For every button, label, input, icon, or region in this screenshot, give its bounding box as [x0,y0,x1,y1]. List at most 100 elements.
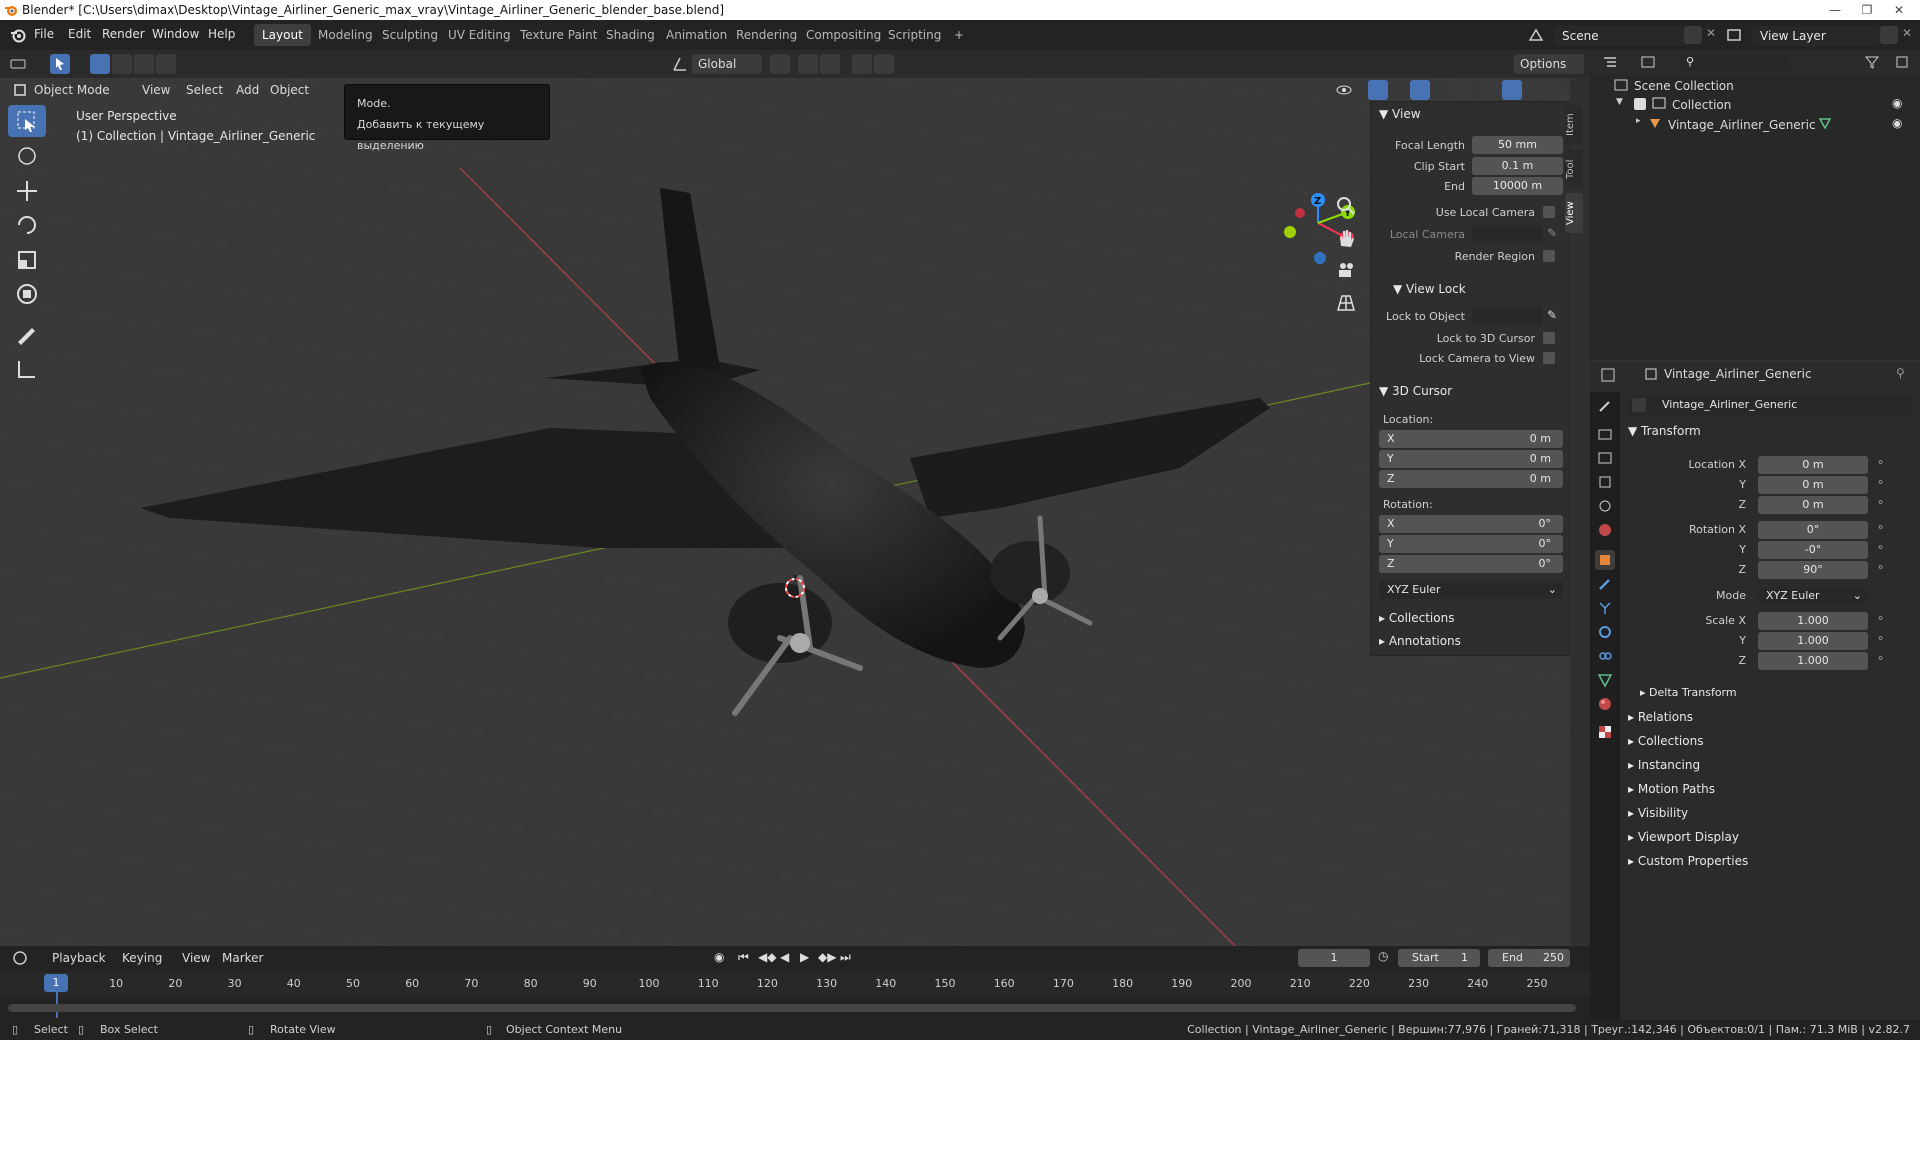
pivot-point-icon[interactable] [770,54,790,74]
jump-end-icon[interactable]: ⏭ [840,950,851,965]
playhead[interactable]: 1 [44,974,68,992]
custom-properties-section-header[interactable]: ▸ Custom Properties [1628,854,1748,868]
collection-expand-icon[interactable]: ▼ [1616,97,1623,107]
lock-eyedropper-icon[interactable]: ✎ [1547,308,1557,322]
object-mode-dropdown[interactable]: Object Mode [28,80,116,100]
workspace-tab-layout[interactable]: Layout [254,24,311,46]
annotate-tool[interactable] [8,318,46,350]
rotate-tool[interactable] [8,209,46,241]
cursor-rotation-y-field[interactable]: Y 0° [1379,535,1563,553]
xray-toggle-icon[interactable] [1452,80,1472,100]
outliner-editor-type-icon[interactable] [1600,52,1620,72]
viewport-menu-view[interactable]: View [136,80,176,100]
select-new-icon[interactable] [90,54,110,74]
add-workspace-button[interactable]: + [946,24,972,46]
view-section-header[interactable]: ▼ View [1379,107,1421,121]
rotation-x-field[interactable]: 0° [1758,521,1868,539]
location-x-field[interactable]: 0 m [1758,456,1868,474]
proportional-edit-icon[interactable] [852,54,872,74]
viewport-menu-object[interactable]: Object [264,80,315,100]
clip-start-field[interactable]: 0.1 m [1472,157,1563,175]
viewport-menu-add[interactable]: Add [230,80,265,100]
view-layer-field[interactable]: View Layer [1752,26,1880,46]
rotation-y-field[interactable]: -0° [1758,541,1868,559]
scale-tool[interactable] [8,244,46,276]
3d-viewport[interactable]: Z X Y Object Mode View Select Add Object… [0,78,1570,946]
object-datablock-field[interactable]: Vintage_Airliner_Generic [1628,395,1912,415]
constraints-properties-tab-icon[interactable] [1595,646,1615,666]
render-region-checkbox[interactable] [1543,250,1555,262]
lock-to-object-field[interactable] [1472,307,1542,325]
3d-cursor-header[interactable]: ▼ 3D Cursor [1379,384,1452,398]
location-z-field[interactable]: 0 m [1758,496,1868,514]
view-lock-header[interactable]: ▼ View Lock [1393,282,1466,296]
shading-material-icon[interactable] [1522,80,1542,100]
cursor-rotation-z-field[interactable]: Z 0° [1379,555,1563,573]
collection-visibility-eye-icon[interactable]: ◉ [1892,96,1902,110]
cursor-tool[interactable] [8,140,46,172]
lock-rotation-z-icon[interactable]: ⚬ [1876,561,1885,574]
timeline-menu-playback[interactable]: Playback [46,948,112,968]
select-box-tool[interactable] [8,105,46,137]
select-tool-icon[interactable] [50,54,70,74]
next-keyframe-icon[interactable]: ◆▶ [818,950,836,964]
measure-tool[interactable] [8,353,46,385]
snap-target-icon[interactable] [820,54,840,74]
output-properties-tab-icon[interactable] [1595,448,1615,468]
lock-to-3d-cursor-checkbox[interactable] [1543,332,1555,344]
location-y-field[interactable]: 0 m [1758,476,1868,494]
lock-location-z-icon[interactable]: ⚬ [1876,496,1885,509]
filter-icon[interactable] [1862,52,1882,72]
shading-solid-icon[interactable] [1502,80,1522,100]
rotation-mode-dropdown[interactable]: XYZ Euler ⌄ [1758,587,1868,605]
stopwatch-icon[interactable]: ◷ [1378,949,1388,963]
workspace-tab-rendering[interactable]: Rendering [728,24,805,46]
object-visibility-eye-icon[interactable]: ◉ [1892,116,1902,130]
viewport-display-section-header[interactable]: ▸ Viewport Display [1628,830,1739,844]
workspace-tab-modeling[interactable]: Modeling [310,24,381,46]
timeline-menu-marker[interactable]: Marker [216,948,269,968]
new-collection-icon[interactable] [1892,52,1912,72]
world-properties-tab-icon[interactable] [1595,520,1615,540]
focal-length-field[interactable]: 50 mm [1472,136,1563,154]
clip-end-field[interactable]: 10000 m [1472,177,1563,195]
lock-location-y-icon[interactable]: ⚬ [1876,476,1885,489]
sidebar-tab-view[interactable]: View [1565,193,1583,233]
shading-rendered-icon[interactable] [1542,80,1562,100]
cursor-location-x-field[interactable]: X 0 m [1379,430,1563,448]
instancing-section-header[interactable]: ▸ Instancing [1628,758,1700,772]
object-properties-tab-icon[interactable] [1595,550,1615,570]
scale-z-field[interactable]: 1.000 [1758,652,1868,670]
editor-type-icon[interactable] [8,54,28,74]
workspace-tab-sculpting[interactable]: Sculpting [374,24,446,46]
particles-properties-tab-icon[interactable] [1595,598,1615,618]
timeline-menu-view[interactable]: View [176,948,216,968]
options-dropdown[interactable]: Options [1514,54,1584,74]
data-properties-tab-icon[interactable] [1595,670,1615,690]
viewport-menu-select[interactable]: Select [180,80,229,100]
cursor-rotation-x-field[interactable]: X 0° [1379,515,1563,533]
use-local-camera-checkbox[interactable] [1543,206,1555,218]
menu-render[interactable]: Render [102,27,145,41]
shading-wireframe-icon[interactable] [1482,80,1502,100]
scale-y-field[interactable]: 1.000 [1758,632,1868,650]
select-extend-icon[interactable] [112,54,132,74]
visibility-section-header[interactable]: ▸ Visibility [1628,806,1688,820]
collection-label[interactable]: Collection [1672,98,1731,112]
rotation-z-field[interactable]: 90° [1758,561,1868,579]
collection-exclude-checkbox[interactable] [1634,98,1646,110]
start-frame-field[interactable]: Start 1 [1398,949,1480,967]
render-properties-tab-icon[interactable] [1595,424,1615,444]
material-properties-tab-icon[interactable] [1595,694,1615,714]
lock-rotation-y-icon[interactable]: ⚬ [1876,541,1885,554]
snap-toggle-icon[interactable] [798,54,818,74]
menu-file[interactable]: File [34,27,54,41]
lock-camera-to-view-checkbox[interactable] [1543,352,1555,364]
lock-location-x-icon[interactable]: ⚬ [1876,456,1885,469]
modifier-properties-tab-icon[interactable] [1595,574,1615,594]
workspace-tab-animation[interactable]: Animation [658,24,735,46]
collections-section-header[interactable]: ▸ Collections [1379,611,1454,625]
visibility-icon[interactable] [1334,80,1354,100]
overlays-toggle-icon[interactable] [1410,80,1430,100]
object-label[interactable]: Vintage_Airliner_Generic [1668,118,1816,132]
